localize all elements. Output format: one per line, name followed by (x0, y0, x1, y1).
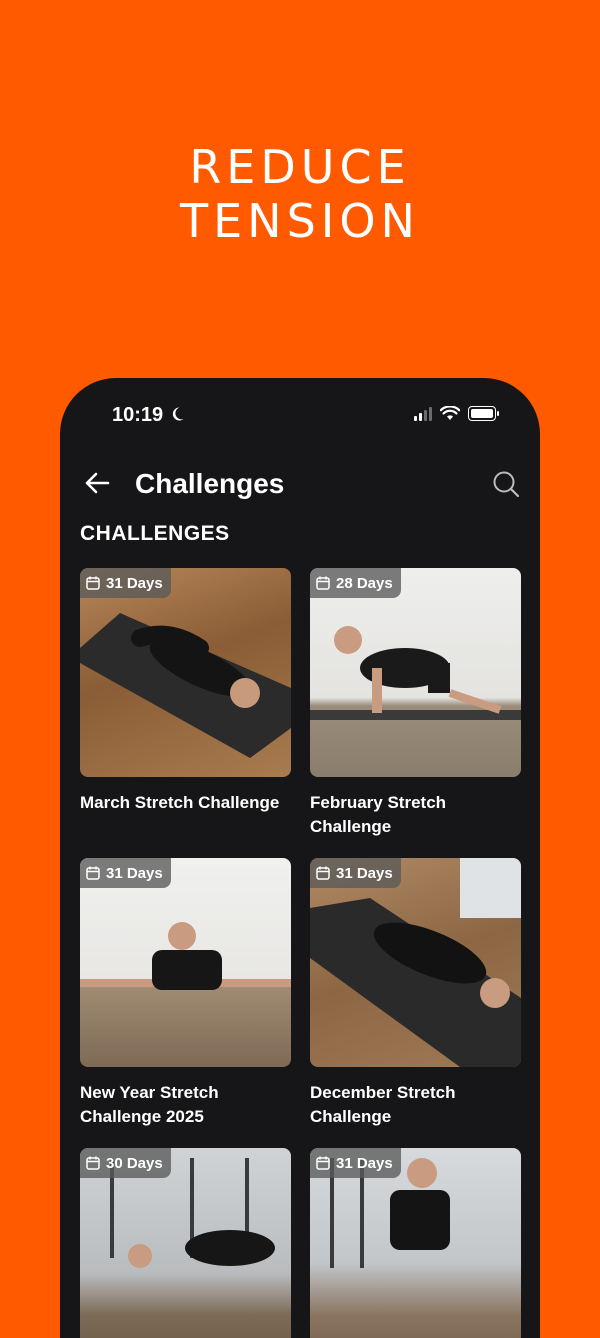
status-bar: 10:19 (60, 378, 540, 438)
stretch-photo-image (310, 626, 521, 720)
challenge-title: New Year Stretch Challenge 2025 (80, 1083, 219, 1126)
nav-bar: Challenges (60, 462, 540, 506)
promo-headline: REDUCE TENSION (0, 140, 600, 248)
challenge-title: February Stretch Challenge (310, 793, 447, 836)
back-arrow-icon[interactable] (84, 470, 110, 496)
search-icon[interactable] (492, 470, 520, 498)
headline-line-1: REDUCE (189, 140, 411, 194)
calendar-icon (86, 576, 100, 590)
days-label: 31 Days (336, 1154, 393, 1172)
section-heading: CHALLENGES (80, 522, 230, 545)
calendar-icon (86, 866, 100, 880)
challenge-title: March Stretch Challenge (80, 793, 280, 812)
days-badge: 31 Days (80, 568, 171, 598)
challenge-thumbnail: 31 Days (310, 1148, 521, 1338)
challenge-title: December Stretch Challenge (310, 1083, 456, 1126)
challenge-thumbnail: 31 Days (310, 858, 521, 1067)
stretch-photo-image (310, 858, 521, 1067)
calendar-icon (316, 1156, 330, 1170)
days-label: 28 Days (336, 574, 393, 592)
days-badge: 28 Days (310, 568, 401, 598)
days-label: 31 Days (106, 864, 163, 882)
phone-screen: 10:19 Challenges CHALLENGES 31 Days Marc… (60, 378, 540, 1338)
wifi-icon (440, 406, 460, 420)
days-badge: 31 Days (80, 858, 171, 888)
headline-line-2: TENSION (180, 194, 420, 248)
status-icons (414, 406, 499, 421)
battery-icon (468, 406, 499, 421)
page-title: Challenges (135, 468, 285, 499)
challenge-card-6[interactable]: 31 Days (310, 1148, 521, 1338)
calendar-icon (316, 866, 330, 880)
challenge-thumbnail: 28 Days (310, 568, 521, 777)
stretch-photo-image (80, 922, 291, 990)
challenge-thumbnail: 30 Days (80, 1148, 291, 1338)
days-label: 30 Days (106, 1154, 163, 1172)
challenge-card-new-year[interactable]: 31 Days New Year Stretch Challenge 2025 (80, 858, 291, 1129)
stretch-photo-image (80, 613, 291, 758)
moon-icon (172, 407, 184, 421)
days-badge: 31 Days (310, 858, 401, 888)
challenge-thumbnail: 31 Days (80, 568, 291, 777)
challenge-card-february[interactable]: 28 Days February Stretch Challenge (310, 568, 521, 839)
challenge-card-5[interactable]: 30 Days (80, 1148, 291, 1338)
days-badge: 31 Days (310, 1148, 401, 1178)
signal-icon (414, 406, 432, 421)
calendar-icon (86, 1156, 100, 1170)
days-label: 31 Days (106, 574, 163, 592)
challenge-card-december[interactable]: 31 Days December Stretch Challenge (310, 858, 521, 1129)
challenge-card-march[interactable]: 31 Days March Stretch Challenge (80, 568, 291, 815)
challenge-thumbnail: 31 Days (80, 858, 291, 1067)
days-label: 31 Days (336, 864, 393, 882)
calendar-icon (316, 576, 330, 590)
days-badge: 30 Days (80, 1148, 171, 1178)
status-time: 10:19 (112, 404, 164, 426)
